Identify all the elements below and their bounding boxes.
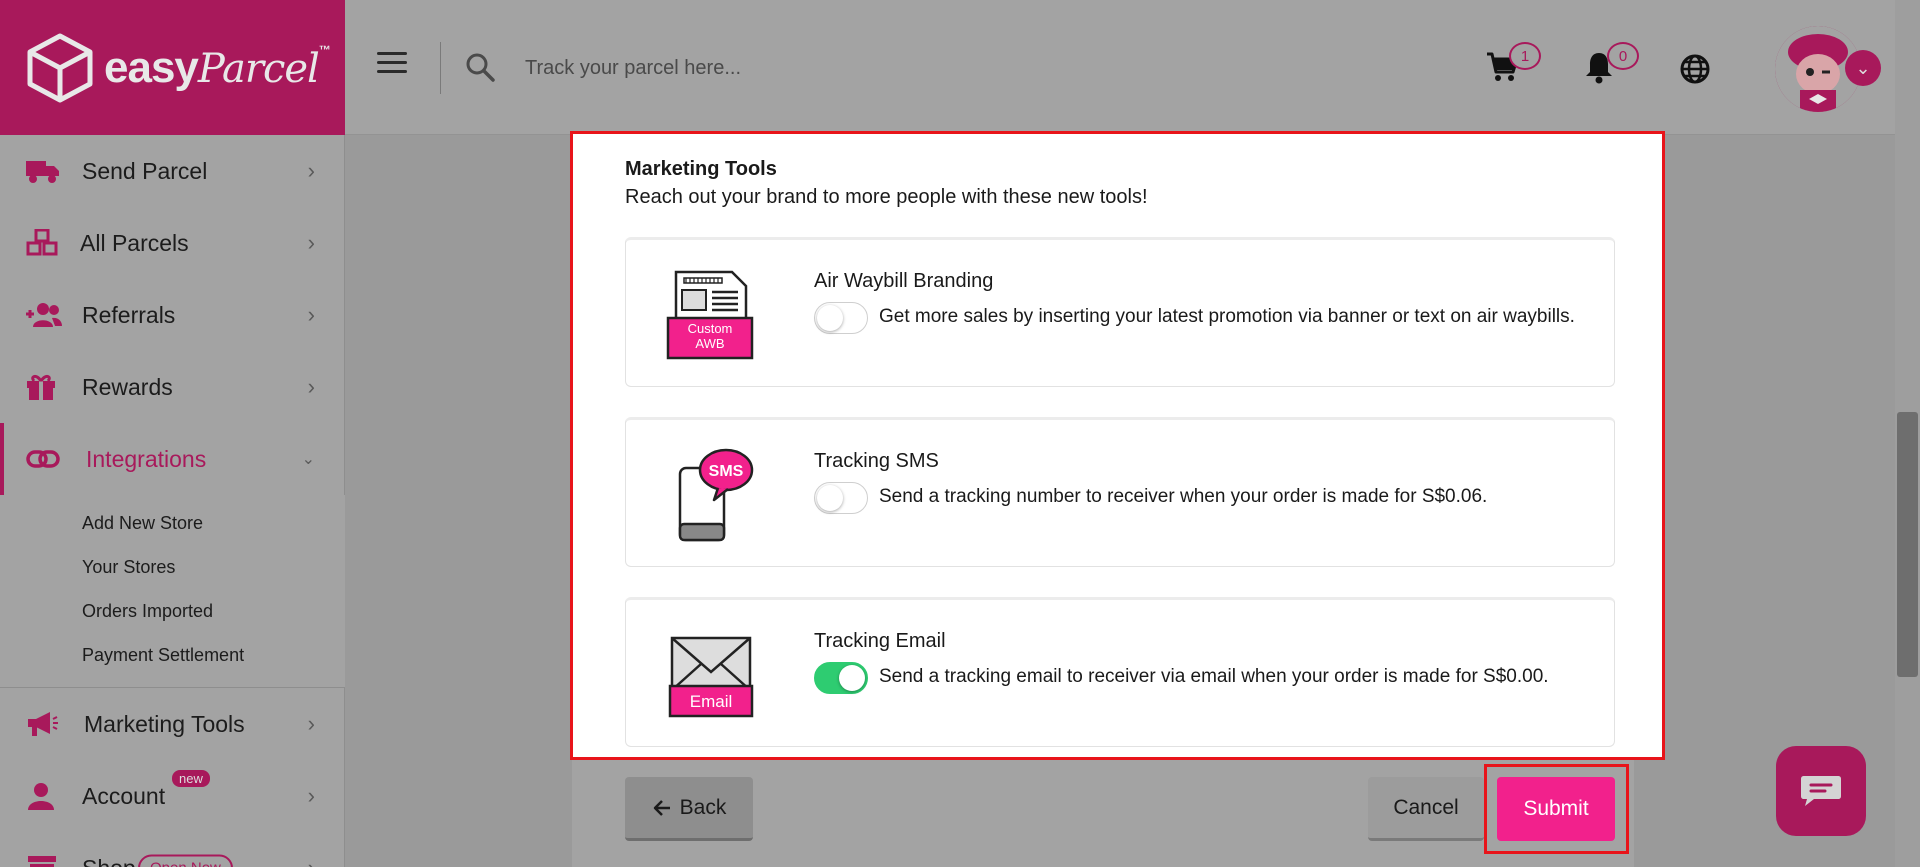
tool-card-tracking-sms: SMS Tracking SMS Send a tracking number … bbox=[625, 417, 1615, 567]
air-waybill-branding-toggle[interactable] bbox=[814, 302, 868, 334]
integrations-submenu: Add New Store Your Stores Orders Importe… bbox=[0, 495, 345, 687]
tool-description: Get more sales by inserting your latest … bbox=[879, 306, 1575, 327]
brand-wordmark: easyParcel™ bbox=[104, 42, 331, 92]
tool-card-air-waybill-branding: Custom AWB Air Waybill Branding Get more… bbox=[625, 237, 1615, 387]
submenu-item-add-new-store[interactable]: Add New Store bbox=[0, 501, 345, 545]
chat-bubble-icon bbox=[1801, 776, 1841, 806]
new-badge: new bbox=[172, 770, 210, 787]
sidebar-item-label: All Parcels bbox=[80, 229, 189, 256]
cart-count-badge: 1 bbox=[1509, 42, 1541, 70]
notification-count-badge: 0 bbox=[1607, 42, 1639, 70]
open-now-badge[interactable]: Open Now bbox=[138, 854, 233, 867]
link-icon bbox=[26, 444, 64, 474]
notifications-button[interactable]: 0 bbox=[1583, 42, 1639, 89]
search-icon bbox=[465, 52, 495, 87]
submenu-item-your-stores[interactable]: Your Stores bbox=[0, 545, 345, 589]
chevron-right-icon: › bbox=[308, 855, 315, 867]
tool-description: Send a tracking email to receiver via em… bbox=[879, 666, 1549, 687]
awb-icon-text: AWB bbox=[695, 336, 724, 351]
sidebar-item-rewards[interactable]: Rewards › bbox=[0, 351, 345, 423]
truck-icon bbox=[26, 156, 64, 186]
sidebar-item-label: Shop bbox=[82, 855, 136, 867]
cart-button[interactable]: 1 bbox=[1485, 42, 1541, 89]
sidebar-item-label: Integrations bbox=[86, 445, 207, 472]
sidebar-item-label: Account bbox=[82, 782, 166, 809]
tool-name: Tracking SMS bbox=[814, 450, 939, 472]
sidebar-item-integrations[interactable]: Integrations ⌄ bbox=[0, 423, 345, 495]
sidebar-item-label: Send Parcel bbox=[82, 157, 208, 184]
marketing-tools-panel: Marketing Tools Reach out your brand to … bbox=[570, 131, 1665, 760]
email-icon-text: Email bbox=[690, 692, 733, 711]
sidebar-item-all-parcels[interactable]: All Parcels › bbox=[0, 207, 345, 279]
sidebar-item-label: Rewards bbox=[82, 373, 173, 400]
back-button-label: Back bbox=[679, 795, 727, 819]
email-envelope-icon: Email bbox=[668, 636, 754, 718]
sidebar-item-shop[interactable]: Shop Open Now › bbox=[0, 832, 345, 867]
chevron-right-icon: › bbox=[307, 374, 315, 399]
sms-icon-text: SMS bbox=[709, 463, 744, 480]
sidebar-item-account[interactable]: Account new › bbox=[0, 760, 345, 832]
sms-phone-icon: SMS bbox=[678, 448, 754, 542]
brand-logo[interactable]: easyParcel™ bbox=[0, 0, 345, 135]
tool-name: Air Waybill Branding bbox=[814, 270, 994, 292]
track-parcel-search-input[interactable] bbox=[525, 48, 1225, 88]
chevron-right-icon: › bbox=[307, 302, 315, 327]
submit-button[interactable]: Submit bbox=[1497, 777, 1615, 841]
chevron-right-icon: › bbox=[307, 230, 315, 255]
cancel-button[interactable]: Cancel bbox=[1368, 777, 1484, 841]
awb-icon-text: Custom bbox=[688, 321, 733, 336]
tool-name: Tracking Email bbox=[814, 630, 946, 652]
sidebar-item-send-parcel[interactable]: Send Parcel › bbox=[0, 135, 345, 207]
sidebar-item-marketing-tools[interactable]: Marketing Tools › bbox=[0, 688, 345, 760]
hamburger-menu-icon[interactable] bbox=[377, 52, 407, 76]
chevron-down-icon[interactable]: ⌄ bbox=[1845, 50, 1881, 86]
submenu-item-orders-imported[interactable]: Orders Imported bbox=[0, 589, 345, 633]
submenu-item-payment-settlement[interactable]: Payment Settlement bbox=[0, 633, 345, 677]
chevron-right-icon: › bbox=[307, 158, 315, 183]
globe-icon bbox=[1680, 54, 1710, 84]
sidebar-nav: Send Parcel › All Parcels › Referrals › … bbox=[0, 135, 345, 867]
box-logo-icon bbox=[27, 33, 93, 102]
tracking-sms-toggle[interactable] bbox=[814, 482, 868, 514]
chevron-right-icon: › bbox=[307, 711, 315, 736]
top-header: 1 0 ⌄ bbox=[345, 0, 1895, 135]
sidebar-item-referrals[interactable]: Referrals › bbox=[0, 279, 345, 351]
tool-description: Send a tracking number to receiver when … bbox=[879, 486, 1488, 507]
megaphone-icon bbox=[26, 709, 64, 739]
panel-title: Marketing Tools bbox=[625, 158, 777, 180]
chevron-down-icon: ⌄ bbox=[301, 451, 315, 468]
sidebar-item-label: Marketing Tools bbox=[84, 710, 245, 737]
chat-support-button[interactable] bbox=[1776, 746, 1866, 836]
page-scrollbar-thumb[interactable] bbox=[1897, 412, 1918, 677]
sidebar-item-label: Referrals bbox=[82, 301, 176, 328]
tracking-email-toggle[interactable] bbox=[814, 662, 868, 694]
store-icon bbox=[26, 853, 64, 867]
panel-subtitle: Reach out your brand to more people with… bbox=[625, 186, 1148, 208]
sidebar: easyParcel™ Send Parcel › All Parcels › … bbox=[0, 0, 345, 867]
tool-card-tracking-email: Email Tracking Email Send a tracking ema… bbox=[625, 597, 1615, 747]
chevron-right-icon: › bbox=[307, 783, 315, 808]
user-icon bbox=[26, 781, 64, 811]
language-button[interactable] bbox=[1679, 53, 1711, 90]
custom-awb-icon: Custom AWB bbox=[666, 270, 754, 360]
gift-icon bbox=[26, 372, 64, 402]
header-divider bbox=[440, 42, 441, 94]
back-button[interactable]: Back bbox=[625, 777, 753, 841]
boxes-icon bbox=[26, 228, 64, 258]
arrow-left-icon bbox=[653, 799, 670, 816]
users-plus-icon bbox=[26, 300, 64, 330]
